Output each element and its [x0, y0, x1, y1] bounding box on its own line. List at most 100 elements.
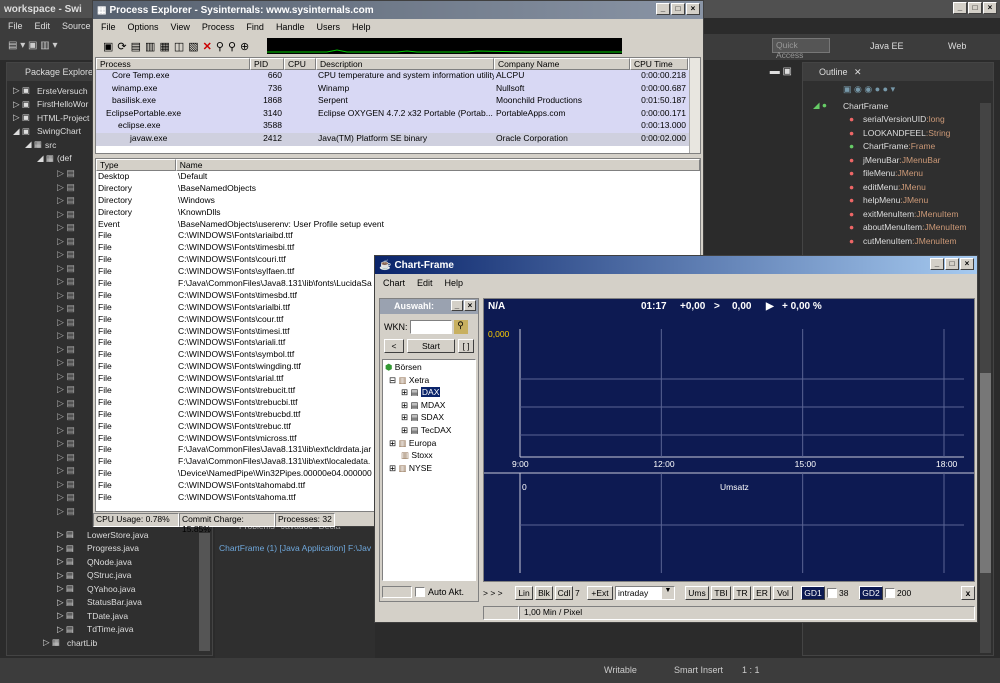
file-item[interactable]: ▷ ▤ QStruc.java	[57, 569, 207, 583]
handle-row[interactable]: Directory \Windows	[96, 195, 700, 207]
close-chart-button[interactable]: x	[961, 586, 975, 600]
handle-row[interactable]: File C:\WINDOWS\Fonts\timesbi.ttf	[96, 242, 700, 254]
tree-xetra[interactable]: ⊟ ▥ Xetra	[385, 375, 473, 388]
col-pid[interactable]: PID	[250, 58, 284, 70]
menu-find[interactable]: Find	[240, 22, 270, 32]
auto-checkbox[interactable]	[415, 587, 425, 597]
tree-root[interactable]: ⬢ Börsen	[385, 362, 473, 375]
handle-row[interactable]: Directory \BaseNamedObjects	[96, 183, 700, 195]
gd1-checkbox[interactable]	[827, 588, 837, 598]
view-icon[interactable]: ▤	[131, 40, 141, 53]
outline-scrollbar[interactable]	[980, 103, 991, 653]
file-item[interactable]: ▷ ▤ QNode.java	[57, 555, 207, 569]
gd2-value[interactable]: 200	[897, 588, 917, 598]
file-item[interactable]: ▷ ▤ QYahoo.java	[57, 582, 207, 596]
handle-row[interactable]: File C:\WINDOWS\Fonts\ariaibd.ttf	[96, 230, 700, 242]
pkg-scrollbar[interactable]	[199, 533, 210, 651]
menu-handle[interactable]: Handle	[270, 22, 311, 32]
outline-tab[interactable]: Outline ✕	[803, 63, 993, 81]
cdl-value[interactable]: 7	[575, 588, 585, 598]
col-type[interactable]: Type	[96, 159, 176, 171]
tbi-button[interactable]: TBI	[711, 586, 731, 600]
gd2-button[interactable]: GD2	[859, 586, 883, 600]
menu-view[interactable]: View	[165, 22, 196, 32]
menu-edit[interactable]: Edit	[29, 21, 57, 31]
dll-icon[interactable]: ◫	[174, 40, 184, 53]
process-row[interactable]: winamp.exe 736 Winamp Nullsoft 0:00:00.687	[96, 82, 700, 96]
tree-index-tecdax[interactable]: ⊞ ▤ TecDAX	[385, 425, 473, 438]
properties-icon[interactable]: ▧	[188, 40, 198, 53]
file-item[interactable]: ▷ ▤ Progress.java	[57, 542, 207, 556]
kill-icon[interactable]: ✕	[203, 40, 212, 53]
start-button[interactable]: Start	[407, 339, 455, 353]
blk-button[interactable]: Blk	[535, 586, 553, 600]
outline-item[interactable]: ● exitMenuItem : JMenuItem	[849, 207, 993, 221]
editor-min-max[interactable]: ▬ ▣	[770, 66, 792, 77]
menu-edit[interactable]: Edit	[411, 278, 439, 288]
refresh-icon[interactable]: ⟳	[117, 40, 126, 53]
auswahl-minimize[interactable]: _	[451, 300, 463, 311]
outline-item[interactable]: ● fileMenu : JMenu	[849, 167, 993, 181]
col-description[interactable]: Description	[316, 58, 494, 70]
maximize-button[interactable]: □	[968, 2, 982, 14]
outline-item[interactable]: ● editMenu : JMenu	[849, 180, 993, 194]
menu-help[interactable]: Help	[439, 278, 470, 288]
play-icon[interactable]: ▶	[766, 301, 774, 312]
outline-item[interactable]: ● cutMenuItem : JMenuItem	[849, 234, 993, 248]
handle-row[interactable]: Directory \KnownDlls	[96, 207, 700, 219]
menu-file[interactable]: File	[2, 21, 29, 31]
minimize-button[interactable]: _	[953, 2, 967, 14]
outline-toolbar[interactable]: ▣ ◉ ◉ ● ● ▾	[803, 81, 993, 99]
tree-index-dax[interactable]: ⊞ ▤ DAX	[385, 387, 473, 400]
quick-access-input[interactable]: Quick Access	[772, 38, 830, 60]
cdl-button[interactable]: Cdl	[555, 586, 573, 600]
col-company[interactable]: Company Name	[494, 58, 630, 70]
maximize-button[interactable]: □	[671, 3, 685, 15]
col-process[interactable]: Process	[96, 58, 250, 70]
minimize-button[interactable]: _	[930, 258, 944, 270]
list-icon[interactable]: ▥	[145, 40, 155, 53]
gd1-button[interactable]: GD1	[801, 586, 825, 600]
menu-users[interactable]: Users	[310, 22, 346, 32]
process-row[interactable]: EclipsePortable.exe 3140 Eclipse OXYGEN 4.…	[96, 107, 700, 121]
wkn-input[interactable]	[409, 320, 452, 334]
close-button[interactable]: ×	[686, 3, 700, 15]
tr-button[interactable]: TR	[733, 586, 751, 600]
search-icon[interactable]: ⚲	[453, 320, 468, 334]
perspective-javaee[interactable]: Java EE	[870, 41, 904, 51]
save-icon[interactable]: ▣	[103, 40, 113, 53]
er-button[interactable]: ER	[753, 586, 771, 600]
vol-button[interactable]: Vol	[773, 586, 793, 600]
process-row[interactable]: basilisk.exe 1868 Serpent Moonchild Product…	[96, 95, 700, 108]
col-name[interactable]: Name	[175, 159, 700, 171]
minimize-button[interactable]: _	[656, 3, 670, 15]
tree-stoxx[interactable]: ▥ Stoxx	[385, 450, 473, 463]
menu-options[interactable]: Options	[122, 22, 165, 32]
maximize-button[interactable]: □	[945, 258, 959, 270]
tree-icon[interactable]: ▦	[159, 40, 169, 53]
handle-row[interactable]: Desktop \Default	[96, 171, 700, 183]
close-button[interactable]: ×	[983, 2, 997, 14]
handle-row[interactable]: Event \BaseNamedObjects\userenv: User Pro…	[96, 219, 700, 231]
gd1-value[interactable]: 38	[839, 588, 857, 598]
menu-process[interactable]: Process	[196, 22, 241, 32]
file-item[interactable]: ▷ ▤ TDate.java	[57, 609, 207, 623]
ums-button[interactable]: Ums	[685, 586, 709, 600]
chartlib-folder[interactable]: ▷ ▦ chartLib	[43, 636, 97, 650]
tree-nyse[interactable]: ⊞ ▥ NYSE	[385, 463, 473, 476]
file-item[interactable]: ▷ ▤ StatusBar.java	[57, 596, 207, 610]
process-row[interactable]: javaw.exe 2412 Java(TM) Platform SE binary…	[96, 132, 700, 146]
ext-button[interactable]: +Ext	[587, 586, 613, 600]
target-icon[interactable]: ⊕	[240, 40, 249, 53]
outline-item[interactable]: ● jMenuBar : JMenuBar	[849, 153, 993, 167]
back-button[interactable]: <	[384, 339, 404, 353]
outline-item[interactable]: ● helpMenu : JMenu	[849, 194, 993, 208]
auswahl-close[interactable]: ×	[464, 300, 476, 311]
tree-index-sdax[interactable]: ⊞ ▤ SDAX	[385, 412, 473, 425]
period-select[interactable]: intraday ▼	[615, 586, 675, 600]
col-cpu[interactable]: CPU	[284, 58, 316, 70]
pipe-button[interactable]: [ ]	[458, 339, 474, 353]
menu-file[interactable]: File	[95, 22, 122, 32]
find-dll-icon[interactable]: ⚲	[228, 40, 236, 53]
process-row[interactable]: eclipse.exe 3588 0:00:13.000	[96, 120, 700, 133]
